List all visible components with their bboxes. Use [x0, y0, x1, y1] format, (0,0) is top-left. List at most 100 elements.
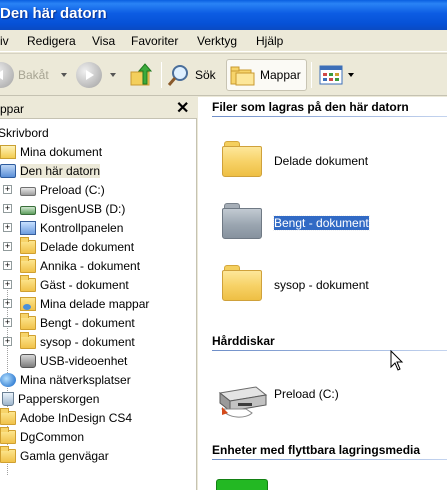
tree-item-my-computer[interactable]: Den här datorn: [0, 162, 101, 180]
folder-icon: [0, 427, 16, 444]
search-button[interactable]: Sök: [167, 59, 216, 91]
folder-icon[interactable]: [222, 265, 262, 301]
expand-icon[interactable]: +: [3, 223, 12, 232]
folder-icon: [20, 313, 36, 330]
expand-icon[interactable]: +: [3, 280, 12, 289]
tree-item-dgcommon[interactable]: DgCommon: [0, 427, 84, 446]
back-button[interactable]: Bakåt: [0, 59, 67, 91]
toolbar-separator: [311, 62, 312, 88]
folder-up-icon: [130, 63, 153, 86]
menu-tools[interactable]: Verktyg: [197, 34, 237, 48]
tree-item-label: Kontrollpanelen: [40, 221, 124, 235]
tree-item-label: Mina nätverksplatser: [20, 373, 131, 387]
expand-icon[interactable]: +: [3, 242, 12, 251]
expand-icon[interactable]: +: [3, 299, 12, 308]
folder-icon: [0, 408, 16, 425]
close-icon[interactable]: ✕: [176, 98, 189, 118]
group-header-hard-drives: Hårddiskar: [212, 334, 275, 348]
forward-dropdown-icon[interactable]: [110, 73, 116, 77]
title-bar[interactable]: Den här datorn: [0, 0, 447, 30]
network-icon: [0, 373, 16, 387]
tree-item-adobe-indesign[interactable]: Adobe InDesign CS4: [0, 408, 133, 427]
expand-icon[interactable]: +: [3, 204, 12, 213]
item-preload-drive[interactable]: Preload (C:): [274, 387, 339, 401]
views-dropdown-icon[interactable]: [348, 73, 354, 77]
back-dropdown-icon[interactable]: [60, 73, 67, 77]
tree-item-guest[interactable]: Gäst - dokument: [20, 275, 129, 294]
item-shared-documents[interactable]: Delade dokument: [274, 154, 368, 168]
tree-item-shared-folders[interactable]: Mina delade mappar: [20, 295, 149, 313]
folders-icon: [230, 66, 255, 86]
tree-item-annika[interactable]: Annika - dokument: [20, 256, 141, 275]
tree-item-bengt[interactable]: Bengt - dokument: [20, 313, 135, 332]
expand-icon[interactable]: +: [3, 261, 12, 270]
usb-drive-icon: [20, 206, 36, 215]
item-bengt-documents[interactable]: Bengt - dokument: [273, 215, 370, 231]
forward-button[interactable]: [76, 59, 116, 91]
content-pane: Filer som lagras på den här datorn Delad…: [198, 97, 447, 490]
menu-edit[interactable]: Redigera: [27, 34, 76, 48]
menu-favorites[interactable]: Favoriter: [131, 34, 178, 48]
views-button[interactable]: [318, 59, 354, 91]
menu-file[interactable]: iv: [0, 34, 9, 48]
tree-item-label: Gamla genvägar: [20, 449, 109, 463]
tree-item-label: Den här datorn: [20, 164, 101, 178]
folders-pane-header: ppar ✕: [0, 97, 197, 119]
tree-item-label: Skrivbord: [0, 126, 49, 140]
folder-icon: [20, 275, 36, 292]
tree-item-label: Bengt - dokument: [40, 316, 135, 330]
tree-item-disgenusb[interactable]: DisgenUSB (D:): [20, 200, 125, 218]
tree-item-old-shortcuts[interactable]: Gamla genvägar: [0, 446, 109, 465]
group-header-removable: Enheter med flyttbara lagringsmedia: [212, 443, 421, 457]
folder-icon[interactable]: [222, 141, 262, 177]
expand-icon[interactable]: +: [3, 185, 12, 194]
hard-drive-icon[interactable]: [216, 379, 268, 419]
tree-item-sysop[interactable]: sysop - dokument: [20, 332, 135, 351]
expand-icon[interactable]: +: [3, 337, 12, 346]
recycle-bin-icon: [2, 392, 14, 406]
tree-item-label: Annika - dokument: [40, 259, 141, 273]
tree-item-label: sysop - dokument: [40, 335, 135, 349]
menu-view[interactable]: Visa: [92, 34, 115, 48]
folder-icon: [20, 256, 36, 273]
tree-item-label: DisgenUSB (D:): [40, 202, 126, 216]
tree-item-control-panel[interactable]: Kontrollpanelen: [20, 219, 123, 237]
group-divider: [212, 459, 447, 460]
folders-pane-title: ppar: [0, 102, 25, 116]
menu-help[interactable]: Hjälp: [256, 34, 283, 48]
search-icon: [167, 65, 188, 86]
tree-item-label: Mina dokument: [20, 145, 103, 159]
tree-item-label: USB-videoenhet: [40, 354, 128, 368]
window-title: Den här datorn: [0, 5, 107, 22]
tree-item-label: Papperskorgen: [18, 392, 100, 406]
expand-icon[interactable]: +: [3, 318, 12, 327]
group-header-files: Filer som lagras på den här datorn: [212, 100, 409, 114]
tree-item-label: Preload (C:): [40, 183, 105, 197]
menu-bar: iv Redigera Visa Favoriter Verktyg Hjälp: [0, 30, 447, 52]
tree-item-preload[interactable]: Preload (C:): [20, 181, 105, 199]
shared-folder-icon: [20, 297, 36, 311]
tree-item-usb-video[interactable]: USB-videoenhet: [20, 352, 127, 370]
my-computer-icon: [0, 164, 16, 178]
folder-icon[interactable]: [222, 203, 262, 239]
toolbar: Bakåt Sök Mappar: [0, 53, 447, 96]
search-label: Sök: [195, 68, 216, 82]
tree-item-shared-documents[interactable]: Delade dokument: [20, 237, 135, 256]
tree-item-my-documents[interactable]: Mina dokument: [0, 143, 102, 161]
removable-drive-icon[interactable]: [216, 479, 268, 490]
group-divider: [212, 350, 447, 351]
tree-item-network-places[interactable]: Mina nätverksplatser: [0, 371, 131, 389]
group-divider: [212, 116, 447, 117]
back-label: Bakåt: [18, 68, 49, 82]
mouse-cursor-icon: [390, 350, 404, 371]
item-sysop-documents[interactable]: sysop - dokument: [274, 278, 369, 292]
tree-item-label: Adobe InDesign CS4: [20, 411, 133, 425]
folders-button[interactable]: Mappar: [226, 59, 307, 91]
tree-item-label: Mina delade mappar: [40, 297, 150, 311]
drive-icon: [20, 187, 36, 196]
tree-item-label: Gäst - dokument: [40, 278, 129, 292]
up-button[interactable]: [129, 59, 155, 91]
tree-item-desktop[interactable]: Skrivbord: [0, 124, 49, 142]
tree-item-label: Delade dokument: [40, 240, 135, 254]
tree-item-recycle-bin[interactable]: Papperskorgen: [0, 390, 99, 408]
